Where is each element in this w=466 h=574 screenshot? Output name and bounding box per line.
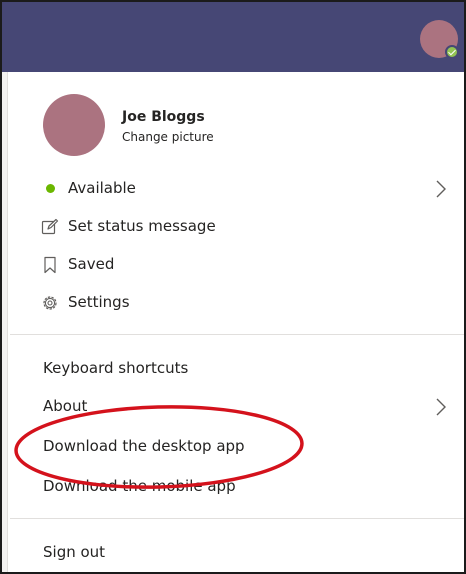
profile-avatar-button[interactable]	[420, 20, 459, 59]
menu-item-download-desktop-app[interactable]: Download the desktop app	[10, 428, 464, 466]
menu-item-label: Settings	[68, 293, 130, 311]
edit-status-icon	[41, 218, 59, 236]
bookmark-icon	[41, 256, 59, 274]
menu-item-label: Available	[68, 179, 136, 197]
chevron-right-icon	[436, 398, 446, 416]
menu-item-label: Download the desktop app	[43, 437, 245, 455]
menu-item-label: Saved	[68, 255, 115, 273]
background-panel-edge	[2, 72, 8, 572]
menu-item-download-mobile-app[interactable]: Download the mobile app	[10, 468, 464, 506]
title-bar	[2, 2, 464, 72]
menu-divider	[10, 518, 464, 519]
available-status-icon	[445, 45, 459, 59]
profile-picture[interactable]	[43, 94, 105, 156]
chevron-right-icon	[436, 180, 446, 198]
gear-icon	[41, 294, 59, 312]
menu-item-available[interactable]: Available	[10, 170, 464, 208]
change-picture-link[interactable]: Change picture	[122, 130, 214, 144]
available-dot-icon	[41, 180, 59, 198]
menu-item-label: Keyboard shortcuts	[43, 359, 189, 377]
profile-header: Joe Bloggs Change picture	[10, 72, 464, 168]
menu-item-set-status-message[interactable]: Set status message	[10, 208, 464, 246]
profile-menu: Joe Bloggs Change picture Available Set …	[10, 72, 464, 572]
teams-window: Joe Bloggs Change picture Available Set …	[0, 0, 466, 574]
menu-item-keyboard-shortcuts[interactable]: Keyboard shortcuts	[10, 350, 464, 388]
menu-divider	[10, 334, 464, 335]
menu-item-label: Sign out	[43, 543, 106, 561]
menu-item-saved[interactable]: Saved	[10, 246, 464, 284]
menu-item-sign-out[interactable]: Sign out	[10, 534, 464, 572]
menu-item-label: About	[43, 397, 88, 415]
menu-item-about[interactable]: About	[10, 388, 464, 426]
profile-name: Joe Bloggs	[122, 109, 205, 125]
menu-item-settings[interactable]: Settings	[10, 284, 464, 322]
menu-item-label: Set status message	[68, 217, 216, 235]
menu-item-label: Download the mobile app	[43, 477, 236, 495]
